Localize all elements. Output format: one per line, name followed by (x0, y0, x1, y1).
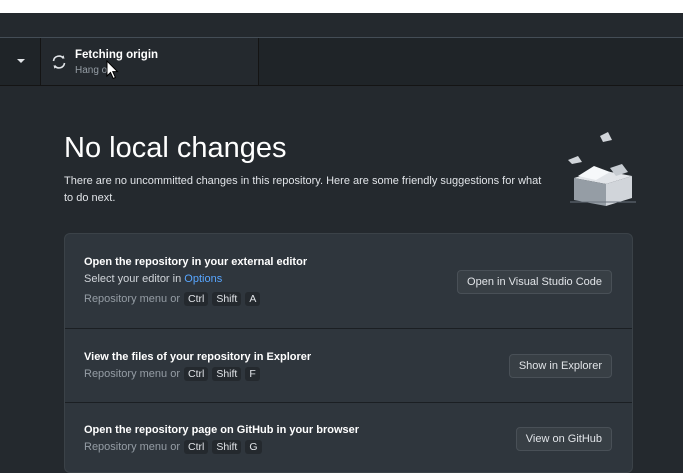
page-description: There are no uncommitted changes in this… (64, 175, 542, 204)
fetch-subtitle: Hang o (75, 65, 108, 76)
suggestion-row: View the files of your repository in Exp… (65, 328, 632, 403)
key-shift: Shift (212, 367, 242, 381)
caret-down-icon (17, 59, 25, 63)
key-ctrl: Ctrl (184, 292, 209, 306)
hint-text: Repository menu or (84, 441, 180, 453)
options-link[interactable]: Options (184, 273, 222, 285)
mouse-pointer-icon (106, 60, 119, 80)
hint-text: Repository menu or (84, 368, 180, 380)
suggestion-row: Open the repository page on GitHub in yo… (65, 402, 632, 472)
suggestion-line-text: Select your editor in (84, 273, 185, 285)
suggestion-title: View the files of your repository in Exp… (84, 351, 312, 363)
key-shift: Shift (212, 440, 242, 454)
shortcut-hint: Repository menu or Ctrl Shift G (84, 440, 262, 454)
suggestion-title: Open the repository page on GitHub in yo… (84, 424, 360, 436)
fetch-origin-button[interactable]: Fetching origin Hang o (40, 38, 259, 85)
branch-dropdown[interactable] (0, 38, 40, 85)
key-shift: Shift (212, 292, 242, 306)
empty-box-illustration-icon (568, 132, 636, 206)
suggestion-row: Open the repository in your external edi… (65, 234, 632, 329)
toolbar: Fetching origin Hang o (0, 37, 683, 86)
key-ctrl: Ctrl (184, 440, 209, 454)
sync-icon (52, 55, 66, 69)
key-letter: F (245, 367, 260, 381)
shortcut-hint: Repository menu or Ctrl Shift A (84, 292, 261, 306)
show-in-explorer-button[interactable]: Show in Explorer (508, 354, 612, 378)
hint-text: Repository menu or (84, 293, 180, 305)
suggestions-card: Open the repository in your external edi… (64, 233, 633, 473)
key-letter: G (245, 440, 262, 454)
open-in-editor-button[interactable]: Open in Visual Studio Code (457, 270, 612, 294)
suggestion-line: Select your editor in Options (84, 273, 222, 285)
shortcut-hint: Repository menu or Ctrl Shift F (84, 367, 260, 381)
suggestion-title: Open the repository in your external edi… (84, 256, 308, 268)
key-ctrl: Ctrl (184, 367, 209, 381)
key-letter: A (245, 292, 261, 306)
view-on-github-button[interactable]: View on GitHub (515, 427, 612, 451)
window-top-strip (0, 0, 683, 13)
page-title: No local changes (64, 132, 287, 164)
